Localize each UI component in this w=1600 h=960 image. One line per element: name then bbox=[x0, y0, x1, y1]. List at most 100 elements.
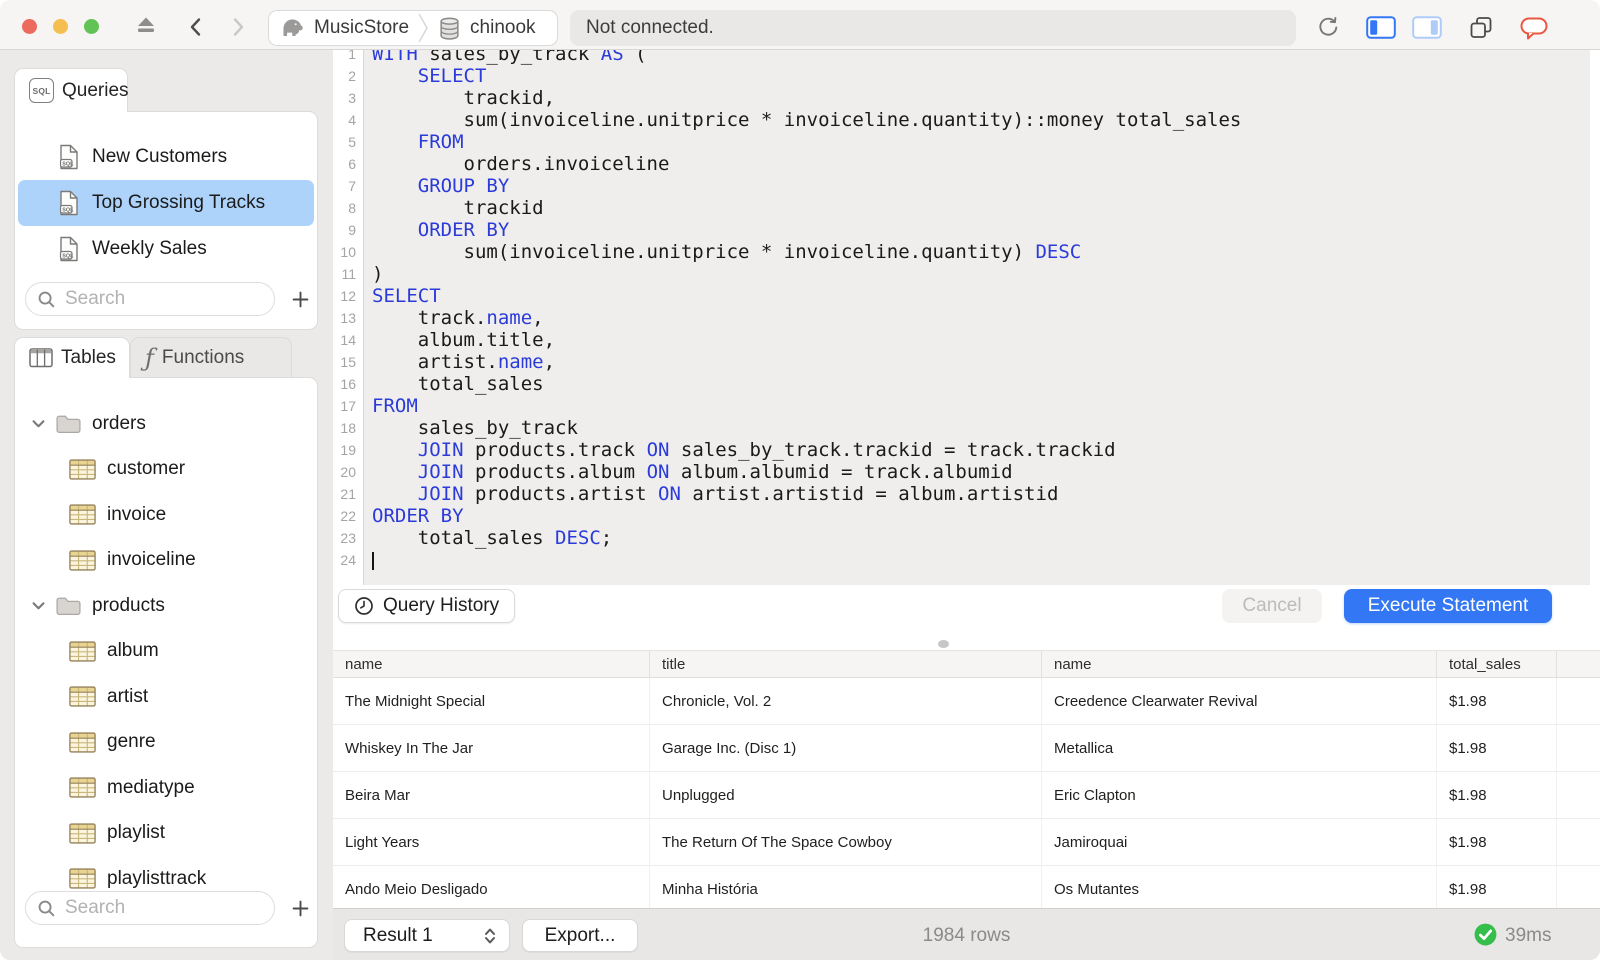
chat-bubble-icon[interactable] bbox=[1520, 17, 1548, 40]
back-button[interactable] bbox=[186, 16, 208, 38]
code-line[interactable]: 20 JOIN products.album ON album.albumid … bbox=[333, 461, 1600, 483]
tree-schema-row[interactable]: products bbox=[15, 583, 317, 629]
table-row[interactable]: Ando Meio Desligado Minha História Os Muta… bbox=[333, 866, 1600, 908]
tree-table-row[interactable]: invoice bbox=[15, 492, 317, 538]
table-row[interactable]: Beira Mar Unplugged Eric Clapton $1.98 bbox=[333, 772, 1600, 819]
query-history-button[interactable]: Query History bbox=[338, 589, 516, 623]
query-item[interactable]: SQL New Customers bbox=[18, 134, 314, 180]
tree-table-row[interactable]: artist bbox=[15, 674, 317, 720]
table-row[interactable]: Light Years The Return Of The Space Cowbo… bbox=[333, 819, 1600, 866]
code-line[interactable]: 18 sales_by_track bbox=[333, 417, 1600, 439]
execute-statement-button[interactable]: Execute Statement bbox=[1344, 589, 1552, 623]
code-line[interactable]: 13 track.name, bbox=[333, 307, 1600, 329]
cancel-button[interactable]: Cancel bbox=[1222, 589, 1322, 623]
cell[interactable]: Metallica bbox=[1042, 725, 1437, 771]
cell[interactable]: Whiskey In The Jar bbox=[333, 725, 650, 771]
windows-icon[interactable] bbox=[1468, 15, 1494, 40]
query-item[interactable]: SQL Top Grossing Tracks bbox=[18, 180, 314, 226]
close-window-button[interactable] bbox=[22, 19, 37, 34]
tab-queries[interactable]: SQL Queries bbox=[14, 68, 129, 112]
column-header[interactable]: title bbox=[650, 651, 1042, 677]
code-line[interactable]: 21 JOIN products.artist ON artist.artist… bbox=[333, 483, 1600, 505]
table-row[interactable]: Whiskey In The Jar Garage Inc. (Disc 1) Me… bbox=[333, 725, 1600, 772]
query-item[interactable]: SQL Weekly Sales bbox=[18, 226, 314, 272]
cell[interactable]: Unplugged bbox=[650, 772, 1042, 818]
tree-table-row[interactable]: mediatype bbox=[15, 765, 317, 811]
tree-table-row[interactable]: genre bbox=[15, 720, 317, 766]
tree-table-label: genre bbox=[107, 731, 156, 753]
code-line[interactable]: 24 bbox=[333, 549, 1600, 571]
code-line[interactable]: 14 album.title, bbox=[333, 329, 1600, 351]
pane-splitter[interactable] bbox=[333, 637, 1600, 650]
cell[interactable]: Garage Inc. (Disc 1) bbox=[650, 725, 1042, 771]
cell[interactable]: The Midnight Special bbox=[333, 678, 650, 724]
code-line[interactable]: 19 JOIN products.track ON sales_by_track… bbox=[333, 439, 1600, 461]
minimize-window-button[interactable] bbox=[53, 19, 68, 34]
editor-scrollbar-track[interactable] bbox=[1590, 50, 1600, 585]
column-header[interactable]: name bbox=[1042, 651, 1437, 677]
tree-table-row[interactable]: customer bbox=[15, 447, 317, 493]
code-line[interactable]: 1 WITH sales_by_track AS ( bbox=[333, 50, 1600, 65]
code-line[interactable]: 22 ORDER BY bbox=[333, 505, 1600, 527]
query-search-input[interactable] bbox=[63, 287, 263, 311]
cell[interactable]: Minha História bbox=[650, 866, 1042, 908]
code-line[interactable]: 8 trackid bbox=[333, 197, 1600, 219]
code-line[interactable]: 23 total_sales DESC; bbox=[333, 527, 1600, 549]
code-line[interactable]: 3 trackid, bbox=[333, 87, 1600, 109]
cell[interactable]: $1.98 bbox=[1437, 772, 1557, 818]
tab-tables[interactable]: Tables bbox=[14, 337, 130, 378]
tree-table-row[interactable]: playlist bbox=[15, 811, 317, 857]
cell[interactable]: Creedence Clearwater Revival bbox=[1042, 678, 1437, 724]
code-line[interactable]: 17 FROM bbox=[333, 395, 1600, 417]
cell[interactable]: $1.98 bbox=[1437, 725, 1557, 771]
sql-editor[interactable]: 1 WITH sales_by_track AS (2 SELECT 3 track… bbox=[333, 50, 1600, 585]
code-line[interactable]: 12 SELECT bbox=[333, 285, 1600, 307]
breadcrumb-database[interactable]: chinook bbox=[470, 17, 536, 39]
cell[interactable]: $1.98 bbox=[1437, 678, 1557, 724]
chevron-down-icon[interactable] bbox=[31, 601, 45, 610]
code-line[interactable]: 6 orders.invoiceline bbox=[333, 153, 1600, 175]
connection-status[interactable]: Not connected. bbox=[570, 10, 1296, 46]
cell[interactable]: $1.98 bbox=[1437, 819, 1557, 865]
zoom-window-button[interactable] bbox=[84, 19, 99, 34]
table-search-input[interactable] bbox=[63, 896, 263, 920]
eject-icon[interactable] bbox=[136, 16, 156, 34]
cell[interactable]: Chronicle, Vol. 2 bbox=[650, 678, 1042, 724]
refresh-icon[interactable] bbox=[1316, 15, 1340, 39]
cell[interactable]: Os Mutantes bbox=[1042, 866, 1437, 908]
cell[interactable]: Eric Clapton bbox=[1042, 772, 1437, 818]
cell[interactable]: Beira Mar bbox=[333, 772, 650, 818]
cell[interactable]: Jamiroquai bbox=[1042, 819, 1437, 865]
code-line[interactable]: 5 FROM bbox=[333, 131, 1600, 153]
cell[interactable]: $1.98 bbox=[1437, 866, 1557, 908]
toggle-left-sidebar-icon[interactable] bbox=[1366, 16, 1396, 39]
code-line[interactable]: 2 SELECT bbox=[333, 65, 1600, 87]
code-line-filler[interactable] bbox=[333, 571, 1600, 585]
chevron-down-icon[interactable] bbox=[31, 419, 45, 428]
code-line[interactable]: 4 sum(invoiceline.unitprice * invoicelin… bbox=[333, 109, 1600, 131]
code-line[interactable]: 11) bbox=[333, 263, 1600, 285]
column-header[interactable]: total_sales bbox=[1437, 651, 1557, 677]
code-line[interactable]: 16 total_sales bbox=[333, 373, 1600, 395]
tab-functions[interactable]: ƒ Functions bbox=[130, 337, 292, 378]
forward-button[interactable] bbox=[226, 16, 248, 38]
table-row[interactable]: The Midnight Special Chronicle, Vol. 2 Cre… bbox=[333, 678, 1600, 725]
code-line[interactable]: 15 artist.name, bbox=[333, 351, 1600, 373]
tree-table-row[interactable]: album bbox=[15, 629, 317, 675]
code-line[interactable]: 10 sum(invoiceline.unitprice * invoiceli… bbox=[333, 241, 1600, 263]
code-line[interactable]: 7 GROUP BY bbox=[333, 175, 1600, 197]
table-search[interactable] bbox=[25, 891, 275, 925]
cell[interactable]: The Return Of The Space Cowboy bbox=[650, 819, 1042, 865]
toggle-right-sidebar-icon[interactable] bbox=[1412, 16, 1442, 39]
cell[interactable]: Ando Meio Desligado bbox=[333, 866, 650, 908]
tree-table-row[interactable]: invoiceline bbox=[15, 538, 317, 584]
query-search[interactable] bbox=[25, 282, 275, 316]
code-line[interactable]: 9 ORDER BY bbox=[333, 219, 1600, 241]
add-table-button[interactable] bbox=[287, 895, 313, 921]
column-header[interactable]: name bbox=[333, 651, 650, 677]
tree-schema-row[interactable]: orders bbox=[15, 401, 317, 447]
breadcrumb-server[interactable]: MusicStore bbox=[314, 17, 409, 39]
add-query-button[interactable] bbox=[287, 286, 313, 312]
cell[interactable]: Light Years bbox=[333, 819, 650, 865]
splitter-handle-icon[interactable] bbox=[938, 640, 949, 648]
